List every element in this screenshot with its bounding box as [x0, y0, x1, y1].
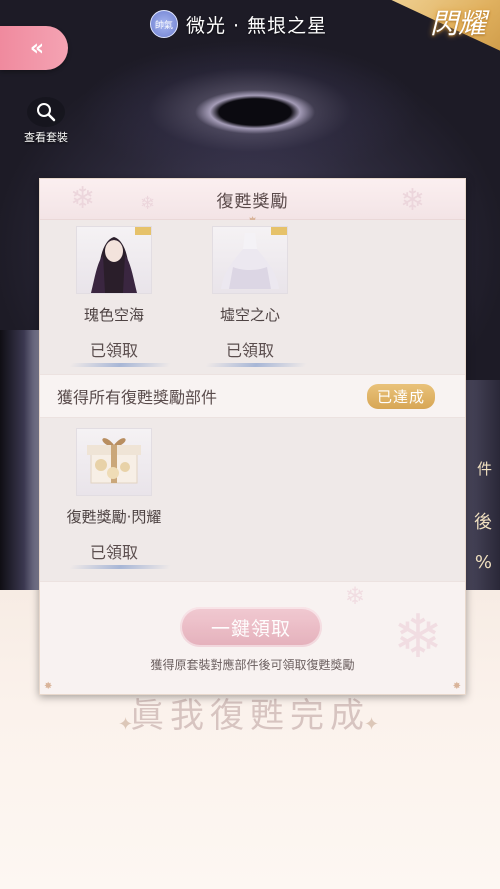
reward-item: 瑰色空海 已領取 [62, 226, 198, 361]
view-outfit-label: 查看套裝 [24, 131, 68, 144]
page-title: 微光 · 無垠之星 [186, 14, 328, 37]
reward-list: 瑰色空海 已領取 墟空之心 已領取 [40, 220, 465, 374]
reward-name: 復甦獎勵·閃耀 [66, 508, 162, 526]
claimed-status: 已領取 [198, 337, 302, 361]
dialog-title: 復甦獎勵 [216, 191, 289, 212]
bonus-section-header: 獲得所有復甦獎勵部件 已達成 [40, 374, 465, 418]
revival-reward-dialog: ❄ ❄ ❄ 復甦獎勵 ✸ 瑰色空海 已領取 [39, 178, 466, 695]
sparkle-icon: ✦ [118, 714, 134, 735]
corner-badge-text: 閃耀 [429, 7, 486, 40]
bonus-reward-list: 復甦獎勵·閃耀 已領取 [40, 418, 465, 586]
snowflake-icon: ❄ [399, 183, 425, 218]
reward-item: 墟空之心 已領取 [198, 226, 334, 361]
search-icon [27, 97, 65, 127]
outfit-title: 帥氣 微光 · 無垠之星 [150, 8, 355, 40]
claim-hint: 獲得原套裝對應部件後可領取復甦獎勵 [150, 658, 355, 672]
background-left-panel [0, 330, 40, 590]
claim-all-button[interactable]: 一鍵領取 [180, 607, 322, 647]
side-text: 件 [476, 460, 492, 478]
achieved-badge: 已達成 [366, 383, 435, 409]
reward-item: 復甦獎勵·閃耀 已領取 [62, 428, 198, 563]
reward-thumbnail-giftbox[interactable] [76, 428, 152, 496]
bottom-caption: 眞我復甦完成 [130, 696, 370, 736]
reward-name: 墟空之心 [219, 306, 280, 324]
side-text: 後 [474, 512, 492, 533]
snowflake-icon: ❄ [70, 181, 96, 216]
reward-thumbnail-dress[interactable] [212, 226, 288, 294]
corner-ornament-icon: ✸ [452, 681, 461, 692]
bonus-section-title: 獲得所有復甦獎勵部件 [57, 388, 218, 407]
corner-ornament-icon: ✸ [44, 681, 53, 692]
double-chevron-left-icon: « [29, 35, 44, 61]
snowflake-icon: ❄ [140, 193, 156, 214]
style-badge: 帥氣 [150, 10, 178, 38]
dialog-footer: ❄ ❄ 一鍵領取 獲得原套裝對應部件後可領取復甦獎勵 ✸ ✸ [40, 581, 465, 694]
side-text: % [474, 552, 492, 573]
back-button[interactable]: « [0, 26, 68, 70]
claimed-status: 已領取 [62, 337, 166, 361]
sparkle-icon: ✦ [364, 714, 380, 735]
reward-thumbnail-hair[interactable] [76, 226, 152, 294]
dialog-header: ❄ ❄ ❄ 復甦獎勵 ✸ [40, 179, 465, 228]
claimed-status: 已領取 [62, 539, 166, 563]
snowflake-icon: ❄ [344, 582, 365, 610]
view-outfit-button[interactable]: 查看套裝 [20, 97, 72, 145]
reward-name: 瑰色空海 [83, 306, 144, 324]
